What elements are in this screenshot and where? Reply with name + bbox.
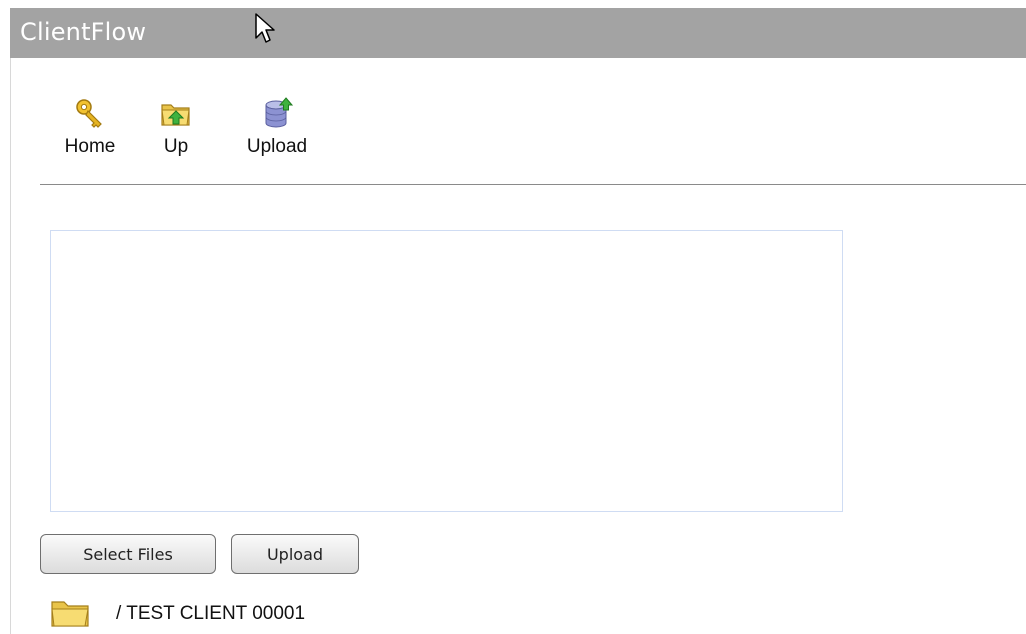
- database-upload-icon: [265, 97, 294, 128]
- app-title: ClientFlow: [20, 18, 147, 46]
- title-bar: ClientFlow: [10, 8, 1026, 58]
- mouse-cursor-icon: [255, 13, 275, 43]
- upload-button[interactable]: Upload: [231, 534, 359, 574]
- file-drop-area[interactable]: [50, 230, 843, 512]
- select-files-button[interactable]: Select Files: [40, 534, 216, 574]
- up-label: Up: [163, 136, 189, 157]
- key-icon: [76, 99, 102, 128]
- home-button[interactable]: Home: [54, 96, 126, 158]
- upload-toolbar-label: Upload: [246, 136, 308, 157]
- home-label: Home: [64, 136, 116, 157]
- up-button[interactable]: Up: [156, 96, 196, 158]
- folder-up-icon: [161, 104, 190, 126]
- app-window: ClientFlow Home Up Upload Select Files U…: [0, 0, 1026, 634]
- folder-icon: [51, 601, 89, 627]
- upload-toolbar-button[interactable]: Upload: [234, 96, 320, 158]
- current-folder-path: / TEST CLIENT 00001: [116, 603, 306, 624]
- window-edge: [0, 0, 8, 634]
- toolbar: Home Up Upload: [40, 94, 1026, 185]
